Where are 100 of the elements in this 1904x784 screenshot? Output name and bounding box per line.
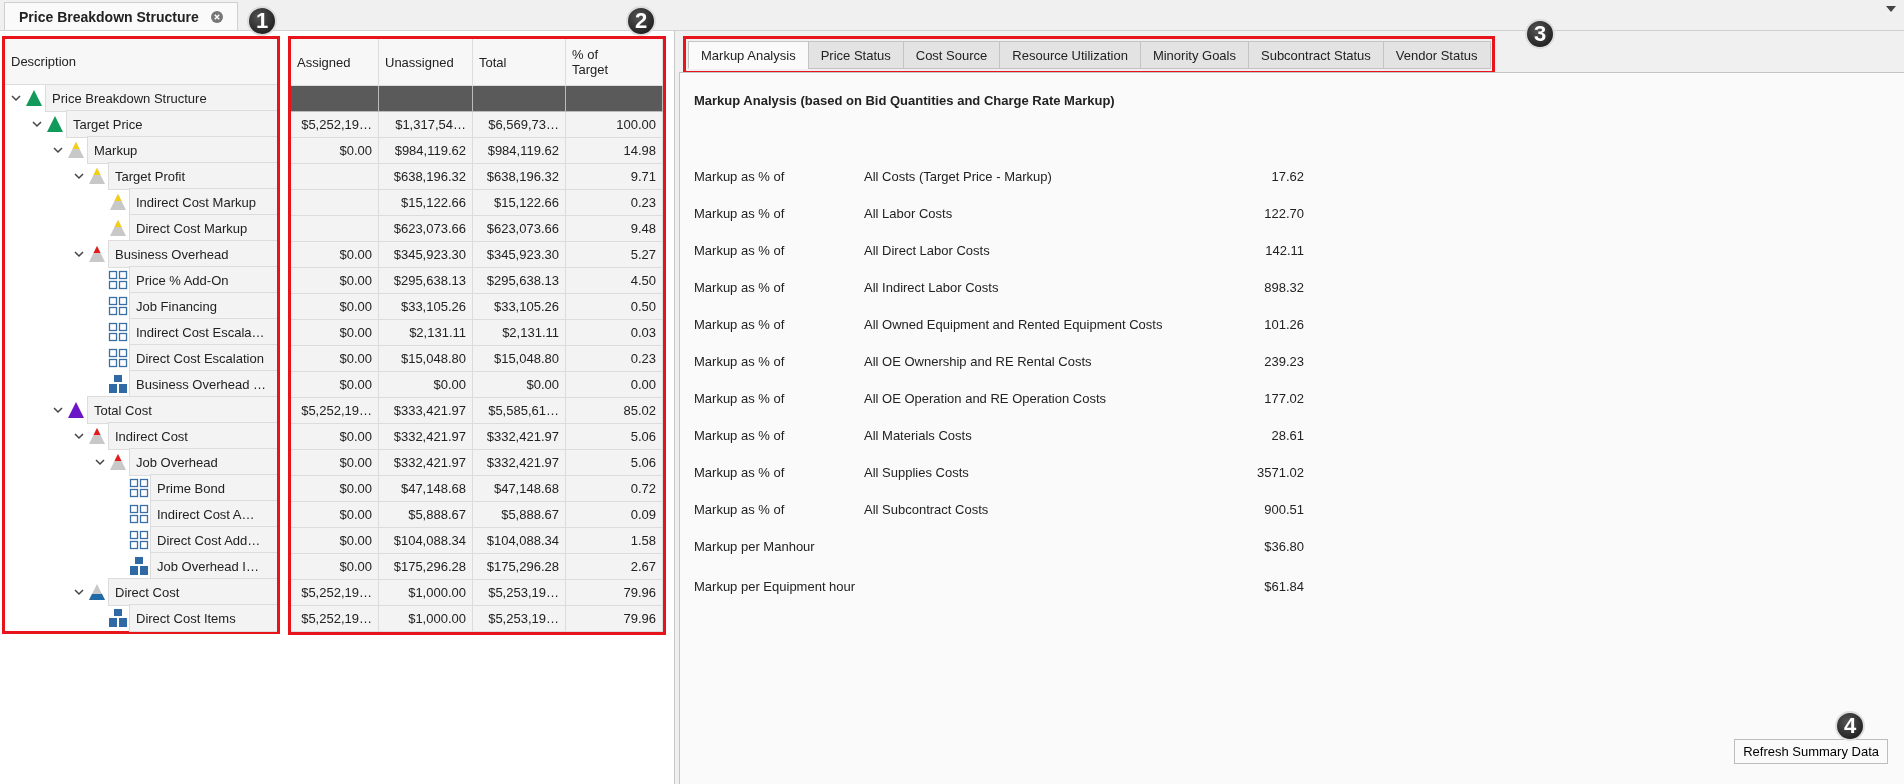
tree-item[interactable]: Direct Cost Markup bbox=[129, 214, 277, 242]
tree-item[interactable]: Business Overhead bbox=[108, 240, 277, 268]
metric-basis: All Indirect Labor Costs bbox=[864, 280, 999, 295]
table-cell: $984,119.62 bbox=[379, 138, 473, 164]
table-cell: $0.00 bbox=[291, 450, 379, 476]
tab[interactable]: Subcontract Status bbox=[1248, 41, 1384, 69]
tree-item[interactable]: Direct Cost Items bbox=[129, 604, 277, 632]
tab[interactable]: Cost Source bbox=[902, 41, 1001, 69]
table-cell: $295,638.13 bbox=[473, 268, 566, 294]
tree-item[interactable]: Indirect Cost A… bbox=[150, 500, 277, 528]
tree-item[interactable]: Prime Bond bbox=[150, 474, 277, 502]
table-cell: $2,131.11 bbox=[473, 320, 566, 346]
metric-label: Markup as % of bbox=[694, 206, 786, 221]
table-cell: $5,252,19… bbox=[291, 398, 379, 424]
tree-item[interactable]: Direct Cost Add… bbox=[150, 526, 277, 554]
pyramid-icon bbox=[88, 167, 106, 185]
tab[interactable]: Price Status bbox=[807, 41, 904, 69]
table-cell: $638,196.32 bbox=[379, 164, 473, 190]
blocks-icon bbox=[108, 608, 128, 628]
blocks-icon bbox=[108, 374, 128, 394]
tree-item[interactable]: Job Financing bbox=[129, 292, 277, 320]
tree-item[interactable]: Direct Cost bbox=[108, 578, 277, 606]
metric-basis: All OE Operation and RE Operation Costs bbox=[864, 391, 1107, 406]
document-tab[interactable]: Price Breakdown Structure bbox=[4, 2, 238, 30]
tab[interactable]: Markup Analysis bbox=[688, 41, 809, 69]
table-cell: 1.58 bbox=[566, 528, 663, 554]
table-cell: $984,119.62 bbox=[473, 138, 566, 164]
metric-basis: All OE Ownership and RE Rental Costs bbox=[864, 354, 1092, 369]
callout-badge: 3 bbox=[1525, 19, 1555, 49]
pyramid-icon bbox=[88, 583, 106, 601]
table-cell: $0.00 bbox=[291, 502, 379, 528]
table-cell: 9.71 bbox=[566, 164, 663, 190]
table-cell: 0.09 bbox=[566, 502, 663, 528]
table-cell: $47,148.68 bbox=[473, 476, 566, 502]
table-cell: $15,122.66 bbox=[473, 190, 566, 216]
table-cell: $33,105.26 bbox=[379, 294, 473, 320]
grid-icon bbox=[108, 296, 128, 316]
metric-value: 28.61 bbox=[1271, 428, 1304, 443]
table-cell: $5,888.67 bbox=[473, 502, 566, 528]
table-cell: $5,253,19… bbox=[473, 606, 566, 632]
tree-item[interactable]: Job Overhead bbox=[129, 448, 277, 476]
table-cell: $6,569,73… bbox=[473, 112, 566, 138]
pyramid-icon bbox=[67, 401, 85, 419]
tree-item[interactable]: Indirect Cost Escala… bbox=[129, 318, 277, 346]
table-cell: 5.06 bbox=[566, 424, 663, 450]
tree-item[interactable]: Direct Cost Escalation bbox=[129, 344, 277, 372]
metric-basis: All Subcontract Costs bbox=[864, 502, 989, 517]
metric-label: Markup as % of bbox=[694, 465, 786, 480]
metric-value: 3571.02 bbox=[1257, 465, 1304, 480]
dropdown-icon[interactable] bbox=[1886, 6, 1896, 12]
table-cell: $332,421.97 bbox=[473, 450, 566, 476]
table-cell: $0.00 bbox=[291, 528, 379, 554]
table-cell: $5,888.67 bbox=[379, 502, 473, 528]
table-cell: $1,317,54… bbox=[379, 112, 473, 138]
table-cell: 5.06 bbox=[566, 450, 663, 476]
column-header[interactable]: Description bbox=[11, 54, 77, 69]
column-header[interactable]: Total bbox=[479, 54, 507, 70]
metric-basis: All Costs (Target Price - Markup) bbox=[864, 169, 1052, 184]
column-header[interactable]: Unassigned bbox=[385, 54, 454, 70]
grid-icon bbox=[108, 348, 128, 368]
tree-item[interactable]: Price % Add-On bbox=[129, 266, 277, 294]
grid-icon bbox=[108, 270, 128, 290]
table-cell: $345,923.30 bbox=[473, 242, 566, 268]
close-icon[interactable] bbox=[210, 10, 223, 23]
metric-basis: All Direct Labor Costs bbox=[864, 243, 990, 258]
table-cell: $0.00 bbox=[291, 554, 379, 580]
table-cell: 0.03 bbox=[566, 320, 663, 346]
column-header[interactable]: Assigned bbox=[297, 54, 351, 70]
refresh-button[interactable]: Refresh Summary Data bbox=[1734, 739, 1888, 764]
table-cell: $0.00 bbox=[291, 242, 379, 268]
table-cell: $5,252,19… bbox=[291, 112, 379, 138]
tree-item[interactable]: Target Profit bbox=[108, 162, 277, 190]
metric-value: 898.32 bbox=[1264, 280, 1304, 295]
tree-item[interactable]: Price Breakdown Structure bbox=[45, 84, 277, 112]
metric-basis: All Supplies Costs bbox=[864, 465, 969, 480]
metric-basis: All Owned Equipment and Rented Equipment Costs bbox=[864, 317, 1163, 332]
table-cell: $5,253,19… bbox=[473, 580, 566, 606]
tab[interactable]: Vendor Status bbox=[1382, 41, 1491, 69]
tab[interactable]: Resource Utilization bbox=[999, 41, 1141, 69]
table-cell: $1,000.00 bbox=[379, 606, 473, 632]
table-cell: $2,131.11 bbox=[379, 320, 473, 346]
tab[interactable]: Minority Goals bbox=[1139, 41, 1249, 69]
table-cell: $623,073.66 bbox=[473, 216, 566, 242]
pyramid-icon bbox=[88, 427, 106, 445]
tree-item[interactable]: Indirect Cost bbox=[108, 422, 277, 450]
tree-item[interactable]: Target Price bbox=[66, 110, 277, 138]
tree-item[interactable]: Total Cost bbox=[87, 396, 277, 424]
tree-item[interactable]: Business Overhead … bbox=[129, 370, 277, 398]
table-cell: $0.00 bbox=[291, 268, 379, 294]
tree-item[interactable]: Markup bbox=[87, 136, 277, 164]
metric-value: 177.02 bbox=[1264, 391, 1304, 406]
table-cell: 100.00 bbox=[566, 112, 663, 138]
pyramid-icon bbox=[109, 453, 127, 471]
tree-item[interactable]: Indirect Cost Markup bbox=[129, 188, 277, 216]
table-cell: $15,048.80 bbox=[473, 346, 566, 372]
table-cell: $47,148.68 bbox=[379, 476, 473, 502]
table-cell: 2.67 bbox=[566, 554, 663, 580]
tree-item[interactable]: Job Overhead I… bbox=[150, 552, 277, 580]
column-header[interactable]: % of Target bbox=[572, 47, 624, 77]
table-cell: $0.00 bbox=[291, 476, 379, 502]
